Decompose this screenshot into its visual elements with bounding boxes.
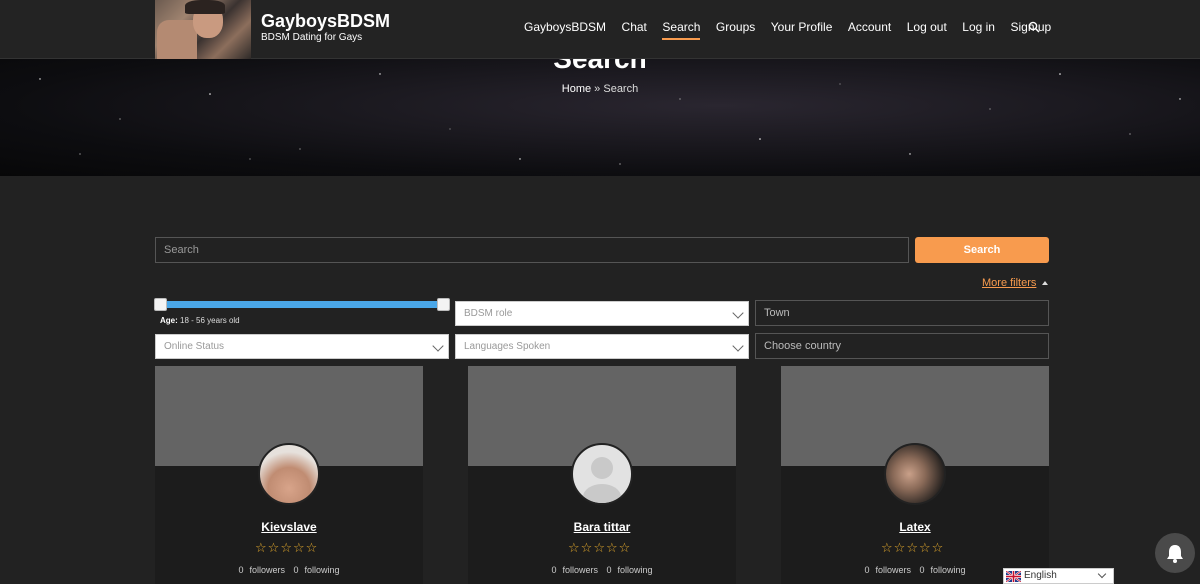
avatar[interactable] (884, 443, 946, 505)
star-icon: ☆ (593, 540, 605, 555)
age-max-value: 56 (196, 316, 205, 325)
site-title[interactable]: GayboysBDSM (261, 11, 390, 32)
nav-item-home[interactable]: GayboysBDSM (524, 20, 606, 40)
age-range-label: Age: 18 - 56 years old (160, 316, 240, 325)
nav-item-login[interactable]: Log in (962, 20, 995, 40)
age-min-value: 18 (180, 316, 189, 325)
chevron-down-icon (732, 307, 744, 319)
page-hero: Search Home » Search (0, 59, 1200, 176)
following-count: 0 (919, 565, 925, 575)
star-icon: ☆ (305, 540, 318, 555)
chevron-down-icon (1097, 569, 1107, 579)
site-header: GayboysBDSM BDSM Dating for Gays Gayboys… (0, 0, 1200, 59)
town-input[interactable]: Town (755, 300, 1049, 326)
caret-up-icon[interactable] (1042, 281, 1048, 285)
bdsm-role-placeholder: BDSM role (464, 308, 513, 319)
star-icon: ☆ (280, 540, 292, 555)
star-icon: ☆ (255, 540, 267, 555)
member-card: Latex ☆ ☆ ☆ ☆ ☆ 0 followers 0 following (781, 366, 1049, 584)
chevron-down-icon (732, 340, 744, 352)
age-max-handle[interactable] (437, 298, 450, 311)
star-icon: ☆ (605, 540, 618, 555)
nav-item-search[interactable]: Search (662, 20, 701, 40)
followers-count: 0 (864, 565, 870, 575)
more-filters-link[interactable]: More filters (982, 277, 1036, 289)
age-label-title: Age: (160, 316, 178, 325)
star-icon: ☆ (881, 540, 893, 555)
languages-select[interactable]: Languages Spoken (455, 334, 749, 359)
followers-count: 0 (551, 565, 557, 575)
language-selector[interactable]: English (1003, 568, 1114, 584)
town-placeholder: Town (764, 307, 790, 319)
member-name-link[interactable]: Latex (781, 520, 1049, 534)
site-tagline: BDSM Dating for Gays (261, 32, 363, 43)
star-rating: ☆ ☆ ☆ ☆ ☆ (255, 541, 423, 584)
default-user-icon (583, 457, 621, 503)
following-count: 0 (293, 565, 299, 575)
bell-icon (1167, 545, 1183, 563)
online-status-select[interactable]: Online Status (155, 334, 449, 359)
chevron-down-icon (432, 340, 444, 352)
star-rating: ☆ ☆ ☆ ☆ ☆ (568, 541, 736, 584)
country-placeholder: Choose country (764, 340, 842, 352)
member-name-link[interactable]: Kievslave (155, 520, 423, 534)
member-card: Kievslave ☆ ☆ ☆ ☆ ☆ 0 followers 0 following (155, 366, 423, 584)
age-range-slider[interactable] (160, 301, 444, 308)
search-input[interactable] (155, 237, 909, 263)
breadcrumb-home-link[interactable]: Home (562, 83, 591, 95)
age-suffix: years old (207, 316, 240, 325)
followers-count: 0 (238, 565, 244, 575)
starfield-background (39, 73, 1181, 165)
uk-flag-icon (1005, 570, 1022, 583)
following-label[interactable]: following (618, 565, 653, 575)
star-icon: ☆ (580, 540, 593, 555)
followers-label[interactable]: followers (562, 565, 598, 575)
notification-bell-button[interactable] (1155, 533, 1195, 573)
following-label[interactable]: following (305, 565, 340, 575)
follow-stats: 0 followers 0 following (468, 565, 736, 575)
star-icon: ☆ (931, 540, 944, 555)
member-name-link[interactable]: Bara tittar (468, 520, 736, 534)
star-icon: ☆ (267, 540, 280, 555)
nav-item-groups[interactable]: Groups (716, 20, 755, 40)
nav-item-logout[interactable]: Log out (907, 20, 947, 40)
star-icon: ☆ (568, 540, 580, 555)
followers-label[interactable]: followers (875, 565, 911, 575)
star-icon: ☆ (906, 540, 918, 555)
star-icon: ☆ (918, 540, 931, 555)
breadcrumb-current: Search (603, 83, 639, 95)
site-logo-image[interactable] (155, 0, 251, 59)
member-card: Bara tittar ☆ ☆ ☆ ☆ ☆ 0 followers 0 following (468, 366, 736, 584)
nav-item-account[interactable]: Account (848, 20, 891, 40)
following-label[interactable]: following (931, 565, 966, 575)
bdsm-role-select[interactable]: BDSM role (455, 301, 749, 326)
followers-label[interactable]: followers (249, 565, 285, 575)
follow-stats: 0 followers 0 following (155, 565, 423, 575)
avatar[interactable] (258, 443, 320, 505)
main-nav: GayboysBDSM Chat Search Groups Your Prof… (524, 20, 1067, 40)
online-status-placeholder: Online Status (164, 341, 225, 352)
star-icon: ☆ (292, 540, 305, 555)
following-count: 0 (606, 565, 612, 575)
breadcrumb: Home » Search (0, 83, 1200, 95)
search-button[interactable]: Search (915, 237, 1049, 263)
language-label: English (1024, 570, 1057, 581)
languages-placeholder: Languages Spoken (464, 341, 551, 352)
age-min-handle[interactable] (154, 298, 167, 311)
nav-item-profile[interactable]: Your Profile (771, 20, 833, 40)
avatar[interactable] (571, 443, 633, 505)
star-icon: ☆ (893, 540, 906, 555)
breadcrumb-separator: » (594, 83, 601, 95)
star-icon: ☆ (618, 540, 631, 555)
page-title: Search (0, 59, 1200, 75)
country-input[interactable]: Choose country (755, 333, 1049, 359)
search-icon[interactable] (1028, 21, 1040, 33)
nav-item-chat[interactable]: Chat (622, 20, 647, 40)
